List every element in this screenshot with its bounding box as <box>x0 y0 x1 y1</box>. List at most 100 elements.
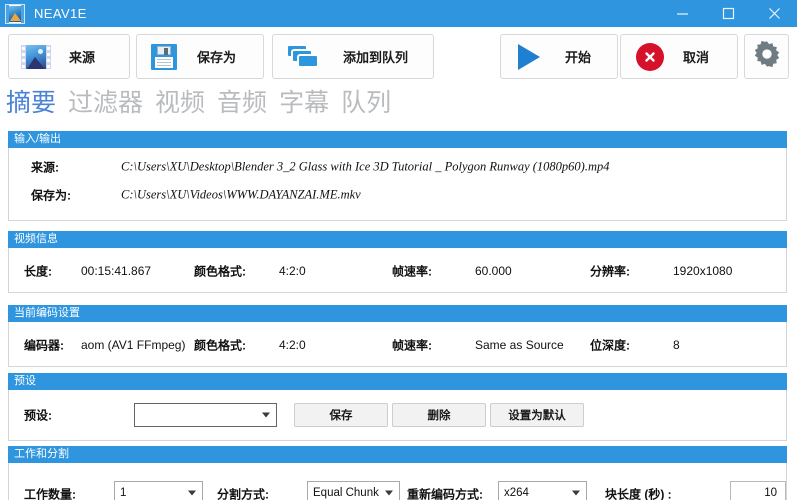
add-to-queue-button[interactable]: 添加到队列 <box>272 34 434 79</box>
workers-splitting-section: 工作和分割 工作数量: 1 分割方式: Equal Chunk 重新编码方式: … <box>8 446 787 500</box>
enc-color-format-value: 4:2:0 <box>279 337 306 352</box>
output-row: 保存为: C:\Users\XU\Videos\WWW.DAYANZAI.ME.… <box>9 181 786 208</box>
maximize-button[interactable] <box>705 0 751 27</box>
preset-row: 预设: 保存 删除 设置为默认 <box>9 401 786 428</box>
output-label: 保存为: <box>31 188 71 202</box>
window-controls <box>659 0 797 27</box>
close-icon <box>768 7 781 20</box>
video-info-section-title: 视频信息 <box>8 231 787 248</box>
worker-count-value: 1 <box>120 486 127 499</box>
tab-bar: 摘要 过滤器 视频 音频 字幕 队列 <box>0 85 797 122</box>
tab-video[interactable]: 视频 <box>155 91 205 116</box>
chevron-down-icon <box>572 490 580 495</box>
worker-count-label: 工作数量: <box>24 487 76 500</box>
chevron-down-icon <box>262 412 270 418</box>
io-section-body: 来源: C:\Users\XU\Desktop\Blender 3_2 Glas… <box>8 148 787 221</box>
preset-combo[interactable] <box>134 403 277 427</box>
bit-depth-label: 位深度: <box>590 338 630 352</box>
close-button[interactable] <box>751 0 797 27</box>
tab-subtitles[interactable]: 字幕 <box>279 91 329 116</box>
stacked-windows-icon <box>283 43 323 70</box>
reencode-mode-combo[interactable]: x264 <box>498 481 587 500</box>
workers-splitting-section-body: 工作数量: 1 分割方式: Equal Chunk 重新编码方式: x264 块… <box>8 463 787 500</box>
worker-count-combo[interactable]: 1 <box>114 481 203 500</box>
start-button[interactable]: 开始 <box>500 34 618 79</box>
save-as-button[interactable]: 保存为 <box>136 34 264 79</box>
save-as-button-label: 保存为 <box>197 50 237 65</box>
preset-section-body: 预设: 保存 删除 设置为默认 <box>8 390 787 441</box>
settings-button[interactable] <box>744 34 789 79</box>
app-video-icon <box>5 3 25 24</box>
chunk-length-input[interactable]: 10 <box>730 481 786 500</box>
framerate-value: 60.000 <box>475 263 512 278</box>
source-button[interactable]: 来源 <box>8 34 130 79</box>
application-window: NEAV1E 来源 保存为 添加到队列 开始 取消 摘要 过滤器 视频 音频 字… <box>0 0 797 500</box>
film-picture-icon <box>19 44 53 69</box>
window-title: NEAV1E <box>34 6 87 21</box>
chunk-length-label: 块长度 (秒) : <box>605 487 672 500</box>
duration-value: 00:15:41.867 <box>81 263 152 278</box>
tab-queue[interactable]: 队列 <box>341 91 391 116</box>
tab-summary[interactable]: 摘要 <box>6 91 56 116</box>
enc-framerate-value: Same as Source <box>475 337 564 352</box>
toolbar: 来源 保存为 添加到队列 开始 取消 <box>0 27 797 85</box>
resolution-value: 1920x1080 <box>673 263 733 278</box>
preset-set-default-button[interactable]: 设置为默认 <box>490 403 584 427</box>
duration-label: 长度: <box>24 264 52 278</box>
resolution-label: 分辨率: <box>590 264 630 278</box>
minimize-icon <box>676 7 689 20</box>
preset-section: 预设 预设: 保存 删除 设置为默认 <box>8 373 787 441</box>
add-to-queue-button-label: 添加到队列 <box>343 50 409 65</box>
split-mode-value: Equal Chunk <box>313 486 379 499</box>
preset-save-button-label: 保存 <box>329 410 353 422</box>
start-button-label: 开始 <box>565 50 592 65</box>
encoding-settings-section-body: 编码器: aom (AV1 FFmpeg) 颜色格式: 4:2:0 帧速率: S… <box>8 322 787 367</box>
encoder-label: 编码器: <box>24 338 64 352</box>
color-format-label: 颜色格式: <box>194 264 246 278</box>
play-icon <box>515 43 543 70</box>
chevron-down-icon <box>188 490 196 495</box>
title-bar: NEAV1E <box>0 0 797 27</box>
workers-row: 工作数量: 1 分割方式: Equal Chunk 重新编码方式: x264 块… <box>9 480 786 500</box>
tab-filters[interactable]: 过滤器 <box>68 91 143 116</box>
output-path-value: C:\Users\XU\Videos\WWW.DAYANZAI.ME.mkv <box>121 187 361 201</box>
preset-set-default-button-label: 设置为默认 <box>508 410 566 422</box>
enc-color-format-label: 颜色格式: <box>194 338 246 352</box>
framerate-label: 帧速率: <box>392 264 432 278</box>
minimize-button[interactable] <box>659 0 705 27</box>
preset-delete-button[interactable]: 删除 <box>392 403 486 427</box>
source-button-label: 来源 <box>69 50 96 65</box>
io-section-title: 输入/输出 <box>8 131 787 148</box>
source-path-value: C:\Users\XU\Desktop\Blender 3_2 Glass wi… <box>121 159 610 173</box>
reencode-mode-value: x264 <box>504 486 529 499</box>
video-info-section: 视频信息 长度: 00:15:41.867 颜色格式: 4:2:0 帧速率: 6… <box>8 231 787 293</box>
floppy-disk-icon <box>149 43 179 70</box>
gear-icon <box>752 39 782 74</box>
tab-audio[interactable]: 音频 <box>217 91 267 116</box>
cancel-button-label: 取消 <box>683 50 710 65</box>
source-row: 来源: C:\Users\XU\Desktop\Blender 3_2 Glas… <box>9 153 786 180</box>
preset-label: 预设: <box>24 408 52 422</box>
cancel-circle-icon <box>635 42 665 71</box>
video-info-row: 长度: 00:15:41.867 颜色格式: 4:2:0 帧速率: 60.000… <box>9 257 786 284</box>
split-mode-label: 分割方式: <box>217 487 269 500</box>
workers-splitting-section-title: 工作和分割 <box>8 446 787 463</box>
encoding-settings-row: 编码器: aom (AV1 FFmpeg) 颜色格式: 4:2:0 帧速率: S… <box>9 331 786 358</box>
reencode-mode-label: 重新编码方式: <box>407 487 483 500</box>
chevron-down-icon <box>385 490 393 495</box>
enc-framerate-label: 帧速率: <box>392 338 432 352</box>
encoding-settings-section-title: 当前编码设置 <box>8 305 787 322</box>
bit-depth-value: 8 <box>673 337 680 352</box>
source-label: 来源: <box>31 160 59 174</box>
video-info-section-body: 长度: 00:15:41.867 颜色格式: 4:2:0 帧速率: 60.000… <box>8 248 787 293</box>
cancel-button[interactable]: 取消 <box>620 34 738 79</box>
preset-section-title: 预设 <box>8 373 787 390</box>
maximize-icon <box>722 7 735 20</box>
io-section: 输入/输出 来源: C:\Users\XU\Desktop\Blender 3_… <box>8 131 787 221</box>
encoder-value: aom (AV1 FFmpeg) <box>81 337 186 352</box>
preset-delete-button-label: 删除 <box>427 410 451 422</box>
split-mode-combo[interactable]: Equal Chunk <box>307 481 400 500</box>
chunk-length-value: 10 <box>764 486 777 499</box>
color-format-value: 4:2:0 <box>279 263 306 278</box>
preset-save-button[interactable]: 保存 <box>294 403 388 427</box>
